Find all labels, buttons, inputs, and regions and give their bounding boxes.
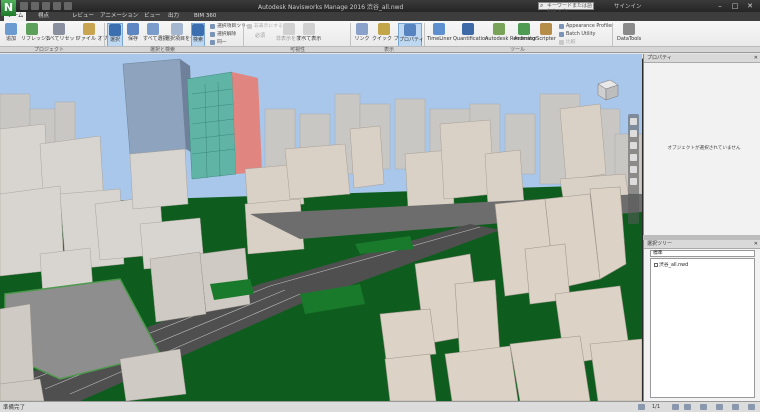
tree-mode-dropdown[interactable]: 標準 [650,250,755,257]
select-all-icon [147,23,159,35]
select-cursor-icon [109,24,121,36]
maximize-icon[interactable]: □ [729,1,741,11]
title-bar: N Autodesk Navisworks Manage 2016 渋谷_all… [0,0,760,16]
orbit-icon[interactable] [630,154,637,161]
appearance-profiler-item[interactable]: Appearance Profiler [558,23,613,30]
properties-panel-header: プロパティ ✕ [644,54,760,63]
find-icon [192,24,204,36]
undo-icon[interactable] [42,2,50,10]
selection-tree: 渋谷_all.nwd [650,258,755,398]
reset-icon [53,23,65,35]
performance-icon [700,404,707,410]
zoom-icon[interactable] [630,142,637,149]
search-input[interactable]: ⌕ キーワードまたは語句を入力 [538,2,594,15]
walk-icon[interactable] [630,178,637,185]
links-icon [356,23,368,35]
batch-utility-item[interactable]: Batch Utility [558,31,595,38]
tower-glass-blue [122,58,187,155]
hide-icon [283,23,295,35]
quantification-icon [462,23,474,35]
page-indicator: 1/1 [652,404,661,410]
close-icon[interactable]: ✕ [754,54,758,63]
search-icon: ⌕ [540,2,544,9]
status-text: 準備完了 [3,405,26,411]
app-logo[interactable]: N [1,0,16,16]
selection-sets-icon [171,23,183,35]
no-selection-message: オブジェクトが選択されていません [667,146,741,151]
viewcube-icon[interactable] [590,76,622,104]
tower-green-glass [186,71,237,180]
rendering-icon [493,23,505,35]
memory-icon [716,404,723,410]
panel-label-project[interactable]: プロジェクト [34,47,64,53]
tab-bim360[interactable]: BIM 360 [194,12,216,21]
print-icon[interactable] [64,2,72,10]
select-same-dropdown[interactable]: 同一 [209,39,227,46]
steering-wheel-icon[interactable] [630,118,637,125]
selection-tree-panel: 選択ツリー ✕ 標準 渋谷_all.nwd [643,240,760,401]
properties-panel: プロパティ ✕ オブジェクトが選択されていません [643,54,760,235]
navisworks-window: N Autodesk Navisworks Manage 2016 渋谷_all… [0,0,760,412]
refresh-icon [26,23,38,35]
tab-view[interactable]: ビュー [144,12,161,21]
scripter-icon [540,23,552,35]
disk-icon [732,404,739,410]
timeliner-icon [433,23,445,35]
selection-tree-title: 選択ツリー [647,241,673,247]
ribbon-tabs: ホーム 視点 レビュー アニメーション ビュー 出力 BIM 360 [0,12,760,21]
minimize-icon[interactable]: – [714,1,726,11]
selection-tree-header: 選択ツリー ✕ [644,240,760,249]
expand-icon[interactable] [654,262,658,267]
tower-pink [232,72,262,174]
web-server-icon [748,404,755,410]
properties-panel-title: プロパティ [647,55,672,61]
navigation-bar [628,114,639,224]
save-icon[interactable] [31,2,39,10]
tab-animation[interactable]: アニメーション [100,12,138,21]
append-icon [5,23,17,35]
window-title: Autodesk Navisworks Manage 2016 渋谷_all.n… [258,4,404,11]
panel-label-select[interactable]: 選択と検索 [150,47,175,53]
unhide-icon [303,23,315,35]
datatools-icon [623,23,635,35]
3d-viewport[interactable] [0,54,642,401]
sheet-browser-icon[interactable] [684,404,691,410]
compare-item[interactable]: 比較 [558,39,576,46]
tab-output[interactable]: 出力 [168,12,179,21]
tree-item-label: 渋谷_all.nwd [659,263,689,268]
close-icon[interactable]: ✕ [744,1,756,11]
prev-sheet-icon[interactable] [638,404,645,410]
panel-label-visibility[interactable]: 可視性 [290,47,305,53]
redo-icon[interactable] [53,2,61,10]
look-around-icon[interactable] [630,166,637,173]
status-bar: 準備完了 1/1 [0,401,760,412]
select-none-item[interactable]: 選択解除 [209,31,236,38]
panel-label-display[interactable]: 表示 [384,47,394,53]
save-selection-icon [127,23,139,35]
file-options-icon [83,23,95,35]
quick-properties-icon [378,23,390,35]
sign-in-link[interactable]: サインイン [614,2,642,10]
tree-item-root[interactable]: 渋谷_all.nwd [654,261,688,268]
tab-viewpoint[interactable]: 視点 [38,12,49,21]
properties-icon [404,24,416,36]
pan-icon[interactable] [630,130,637,137]
selection-tree-item[interactable]: 選択項目ツリー [209,23,251,30]
open-icon[interactable] [20,2,28,10]
panel-label-tools[interactable]: ツール [510,47,525,53]
city-model-scene [0,58,642,401]
close-icon[interactable]: ✕ [754,240,758,249]
tab-review[interactable]: レビュー [72,12,94,21]
animator-icon [518,23,530,35]
next-sheet-icon[interactable] [672,404,679,410]
ribbon-panel-labels: プロジェクト 選択と検索 可視性 表示 ツール [0,46,760,53]
